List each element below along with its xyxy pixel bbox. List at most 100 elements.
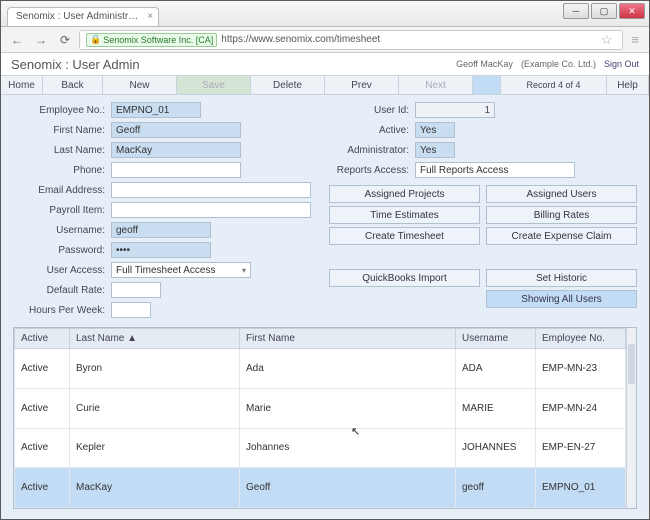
users-grid: Active Last Name ▲ First Name Username E… [13,327,637,509]
table-cell: MARIE [456,388,536,428]
active-label: Active: [329,125,409,136]
prev-button[interactable]: Prev [325,76,399,94]
table-row[interactable]: ActiveByronAdaADAEMP-MN-23 [15,349,626,389]
table-row[interactable]: ActiveMacKayGeoffgeoffEMPNO_01 [15,468,626,508]
new-button[interactable]: New [103,76,177,94]
browser-tab[interactable]: Senomix : User Administr… × [7,7,159,26]
create-expense-claim-button[interactable]: Create Expense Claim [486,227,637,245]
window-close-button[interactable]: ✕ [619,3,645,19]
nav-back-button[interactable]: ← [7,31,27,49]
tab-title: Senomix : User Administr… [16,11,138,22]
payroll-label: Payroll Item: [13,205,105,216]
table-cell: Ada [240,349,456,389]
nav-reload-button[interactable]: ⟳ [55,31,75,49]
quickbooks-import-button[interactable]: QuickBooks Import [329,269,480,287]
form-left-column: Employee No.: EMPNO_01 First Name: Geoff… [13,101,311,319]
user-id-label: User Id: [329,105,409,116]
browser-menu-icon[interactable]: ≡ [627,32,643,47]
administrator-field[interactable]: Yes [415,142,455,158]
billing-rates-button[interactable]: Billing Rates [486,206,637,224]
password-field[interactable]: •••• [111,242,211,258]
browser-address-bar: ← → ⟳ 🔒Senomix Software Inc. [CA] https:… [1,27,649,53]
delete-button[interactable]: Delete [251,76,325,94]
phone-field[interactable] [111,162,241,178]
reports-access-field[interactable]: Full Reports Access [415,162,575,178]
user-access-label: User Access: [13,265,105,276]
assigned-projects-button[interactable]: Assigned Projects [329,185,480,203]
grid-scrollbar-thumb[interactable] [628,344,635,384]
col-employee-no[interactable]: Employee No. [536,329,626,349]
username-field[interactable]: geoff [111,222,211,238]
table-row[interactable]: ActiveKeplerJohannesJOHANNESEMP-EN-27 [15,428,626,468]
default-rate-field[interactable] [111,282,161,298]
col-last-name[interactable]: Last Name ▲ [70,329,240,349]
save-button[interactable]: Save [177,76,251,94]
url-text: https://www.senomix.com/timesheet [221,34,380,45]
table-row[interactable]: ActiveCurieMarieMARIEEMP-MN-24 [15,388,626,428]
page: Senomix : User Admin Geoff MacKay (Examp… [1,53,649,519]
close-tab-icon[interactable]: × [147,11,153,22]
payroll-field[interactable] [111,202,311,218]
next-button[interactable]: Next [399,76,473,94]
first-name-label: First Name: [13,125,105,136]
last-name-field[interactable]: MacKay [111,142,241,158]
bookmark-icon[interactable]: ☆ [597,32,617,48]
sign-out-link[interactable]: Sign Out [604,59,639,69]
phone-label: Phone: [13,165,105,176]
current-company: (Example Co. Ltd.) [521,59,596,69]
last-name-label: Last Name: [13,145,105,156]
email-field[interactable] [111,182,311,198]
form-area: Employee No.: EMPNO_01 First Name: Geoff… [1,95,649,323]
table-cell: Active [15,468,70,508]
home-button[interactable]: Home [1,76,43,94]
grid-scrollbar[interactable] [626,328,636,508]
set-historic-button[interactable]: Set Historic [486,269,637,287]
default-rate-label: Default Rate: [13,285,105,296]
table-cell: EMP-MN-24 [536,388,626,428]
hours-per-week-field[interactable] [111,302,151,318]
table-cell: Geoff [240,468,456,508]
window-maximize-button[interactable]: ▢ [591,3,617,19]
toolbar: Home Back New Save Delete Prev Next Reco… [1,75,649,95]
table-cell: Active [15,428,70,468]
url-input[interactable]: 🔒Senomix Software Inc. [CA] https://www.… [79,30,623,50]
col-first-name[interactable]: First Name [240,329,456,349]
user-id-field: 1 [415,102,495,118]
current-user: Geoff MacKay [456,59,513,69]
time-estimates-button[interactable]: Time Estimates [329,206,480,224]
users-table[interactable]: Active Last Name ▲ First Name Username E… [14,328,626,508]
table-cell: ADA [456,349,536,389]
chevron-down-icon [242,265,246,276]
table-cell: Byron [70,349,240,389]
help-button[interactable]: Help [607,76,649,94]
col-username[interactable]: Username [456,329,536,349]
table-cell: Active [15,349,70,389]
administrator-label: Administrator: [329,145,409,156]
table-cell: Johannes [240,428,456,468]
username-label: Username: [13,225,105,236]
password-label: Password: [13,245,105,256]
window-minimize-button[interactable]: ─ [563,3,589,19]
first-name-field[interactable]: Geoff [111,122,241,138]
app-window: Senomix : User Administr… × ─ ▢ ✕ ← → ⟳ … [0,0,650,520]
employee-no-label: Employee No.: [13,105,105,116]
secondary-buttons: QuickBooks Import Set Historic Showing A… [329,269,637,308]
col-active[interactable]: Active [15,329,70,349]
table-cell: Active [15,388,70,428]
table-cell: EMP-EN-27 [536,428,626,468]
table-cell: EMP-MN-23 [536,349,626,389]
back-button[interactable]: Back [43,76,103,94]
employee-no-field[interactable]: EMPNO_01 [111,102,201,118]
page-title: Senomix : User Admin [11,57,140,72]
showing-all-users-button[interactable]: Showing All Users [486,290,637,308]
action-buttons: Assigned Projects Assigned Users Time Es… [329,185,637,245]
table-cell: EMPNO_01 [536,468,626,508]
assigned-users-button[interactable]: Assigned Users [486,185,637,203]
table-cell: MacKay [70,468,240,508]
nav-forward-button[interactable]: → [31,31,51,49]
active-field[interactable]: Yes [415,122,455,138]
table-cell: Curie [70,388,240,428]
user-access-select[interactable]: Full Timesheet Access [111,262,251,278]
create-timesheet-button[interactable]: Create Timesheet [329,227,480,245]
toolbar-spacer [473,76,501,94]
